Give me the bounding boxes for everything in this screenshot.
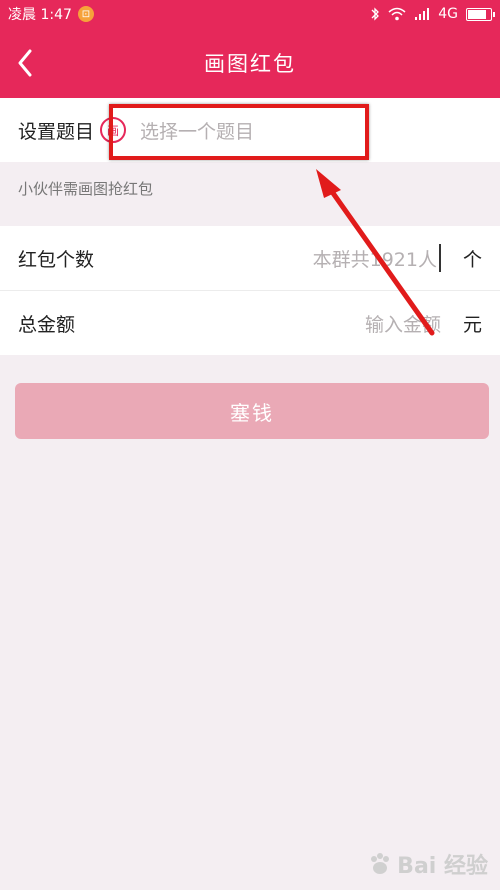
nav-bar: 画图红包 xyxy=(0,28,500,98)
paw-icon xyxy=(371,853,390,874)
notification-icon: ⊡ xyxy=(77,6,94,22)
count-input[interactable]: 本群共1921人 xyxy=(313,245,437,272)
amount-unit: 元 xyxy=(462,313,482,336)
back-button[interactable] xyxy=(10,46,40,80)
topic-label: 设置题目 xyxy=(18,120,95,143)
signal-icon xyxy=(415,8,430,20)
status-right: 4G xyxy=(370,6,495,22)
topic-hint: 小伙伴需画图抢红包 xyxy=(18,180,154,198)
status-time: 凌晨 1:47 xyxy=(8,7,72,23)
amount-label: 总金额 xyxy=(18,313,76,336)
amount-row: 总金额 输入金额 元 xyxy=(0,291,500,355)
network-type: 4G xyxy=(438,6,458,22)
amount-input[interactable]: 输入金额 xyxy=(365,310,441,337)
count-label: 红包个数 xyxy=(18,248,95,271)
count-unit: 个 xyxy=(462,248,482,271)
chevron-left-icon xyxy=(18,49,32,77)
text-cursor xyxy=(438,244,441,272)
annotation-highlight-box xyxy=(109,104,369,160)
wifi-icon xyxy=(388,7,406,21)
battery-icon xyxy=(466,7,495,21)
submit-button[interactable]: 塞钱 xyxy=(15,383,489,439)
page-title: 画图红包 xyxy=(204,52,296,76)
watermark-text: Bai 经验 xyxy=(397,854,488,879)
bluetooth-icon xyxy=(371,7,380,21)
count-row: 红包个数 本群共1921人 个 xyxy=(0,226,500,291)
status-bar: 凌晨 1:47 ⊡ 4G xyxy=(0,0,500,28)
watermark-logo: Bai 经验 xyxy=(367,848,488,880)
